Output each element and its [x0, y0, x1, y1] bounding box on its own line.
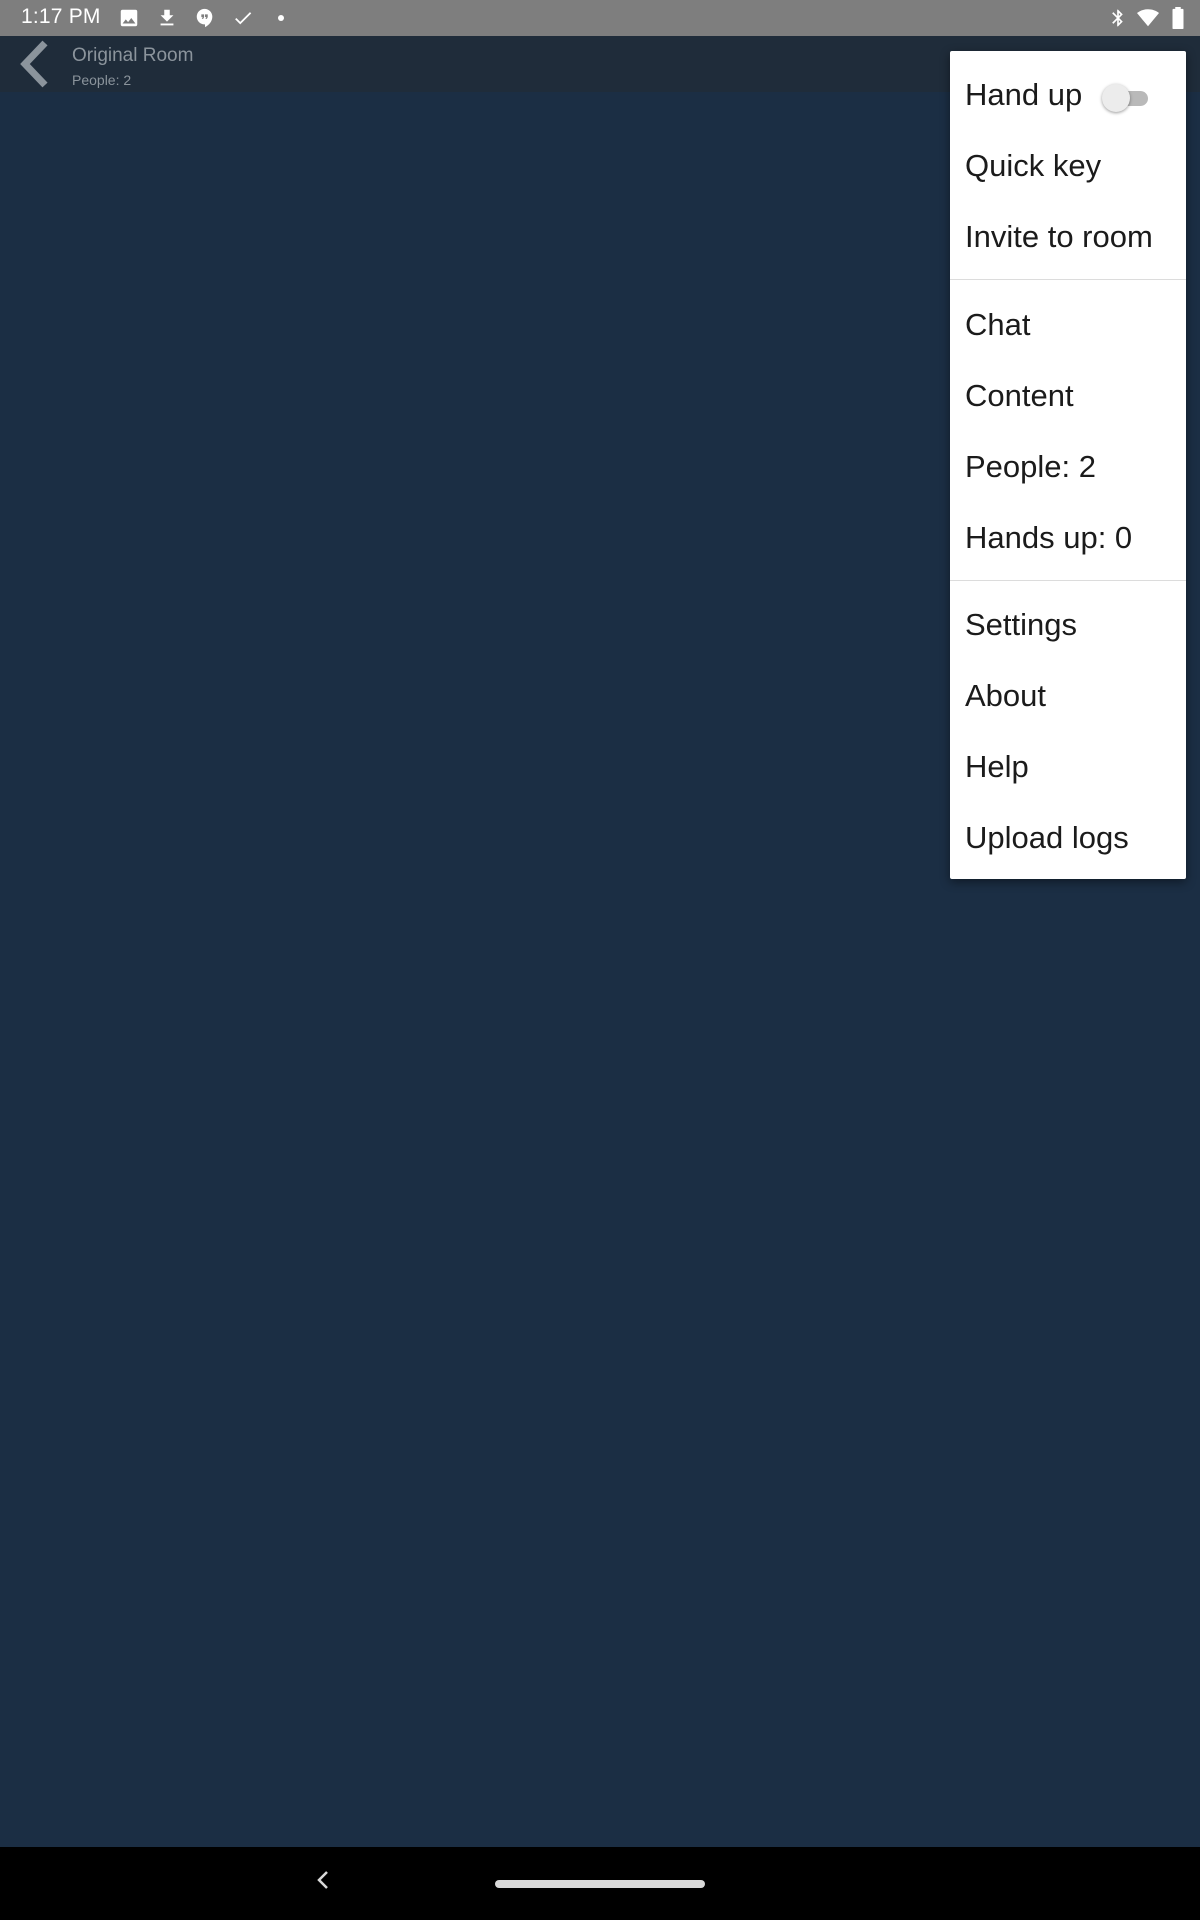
home-pill[interactable]	[495, 1880, 705, 1888]
menu-item-label: About	[965, 677, 1047, 713]
menu-item-about[interactable]: About	[950, 660, 1186, 731]
toggle-thumb	[1102, 84, 1130, 112]
menu-item-label: Hands up: 0	[965, 519, 1133, 555]
menu-item-hand-up[interactable]: Hand up	[950, 59, 1186, 130]
menu-item-hand-up-label: Hand up	[965, 76, 1083, 112]
menu-item-hands-up[interactable]: Hands up: 0	[950, 502, 1186, 573]
download-icon	[155, 6, 179, 30]
bluetooth-icon	[1106, 6, 1130, 30]
menu-item-label: Quick key	[965, 147, 1102, 183]
status-bar: 1:17 PM	[0, 0, 1200, 36]
menu-item-upload-logs[interactable]: Upload logs	[950, 802, 1186, 873]
menu-item-content[interactable]: Content	[950, 360, 1186, 431]
check-icon	[231, 6, 255, 30]
menu-item-label: Settings	[965, 606, 1078, 642]
hangouts-icon	[193, 6, 217, 30]
menu-item-settings[interactable]: Settings	[950, 589, 1186, 660]
menu-item-quick-key[interactable]: Quick key	[950, 130, 1186, 201]
menu-item-help[interactable]: Help	[950, 731, 1186, 802]
menu-item-label: People: 2	[965, 448, 1096, 484]
image-icon	[117, 6, 141, 30]
status-time: 1:17 PM	[21, 5, 101, 28]
menu-item-label: Invite to room	[965, 218, 1153, 254]
notification-icons	[117, 5, 307, 31]
dot-icon	[269, 6, 293, 30]
menu-item-people[interactable]: People: 2	[950, 431, 1186, 502]
navigation-bar	[0, 1847, 1200, 1920]
battery-icon	[1166, 6, 1190, 30]
menu-item-chat[interactable]: Chat	[950, 289, 1186, 360]
room-people-count: People: 2	[72, 72, 132, 88]
nav-back-icon	[317, 1871, 328, 1889]
back-arrow-icon	[20, 40, 48, 88]
menu-item-invite-to-room[interactable]: Invite to room	[950, 201, 1186, 272]
menu-item-label: Help	[965, 748, 1029, 784]
menu-divider	[950, 580, 1186, 581]
system-icons	[1100, 5, 1190, 31]
menu-item-label: Chat	[965, 306, 1031, 342]
overflow-menu: Hand up Quick key Invite to room Chat Co…	[950, 51, 1186, 879]
menu-item-label: Upload logs	[965, 819, 1129, 855]
back-button[interactable]	[10, 40, 58, 88]
menu-item-label: Content	[965, 377, 1074, 413]
room-title: Original Room	[72, 45, 194, 66]
nav-back-button[interactable]	[308, 1865, 338, 1895]
wifi-icon	[1136, 6, 1160, 30]
menu-divider	[950, 279, 1186, 280]
hand-up-toggle[interactable]	[1102, 83, 1152, 113]
